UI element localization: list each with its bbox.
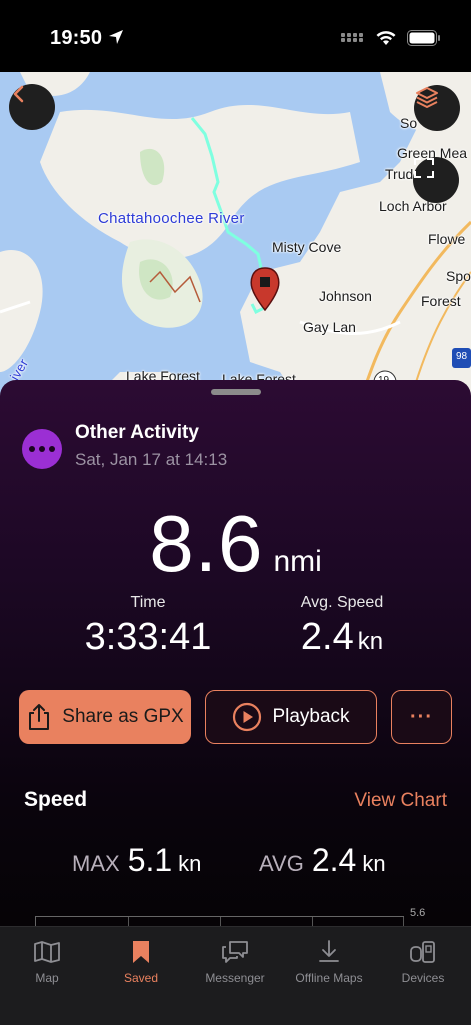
time-label: Time — [130, 594, 166, 611]
cellular-signal-icon — [341, 33, 363, 42]
back-button[interactable] — [9, 84, 55, 130]
avg-speed-metric: Avg. Speed 2.4 kn — [262, 594, 422, 659]
play-circle-icon — [233, 702, 262, 732]
avg-speed-summary-label: AVG — [259, 851, 304, 876]
battery-icon — [407, 30, 440, 46]
other-activity-icon — [22, 429, 62, 469]
tab-map[interactable]: Map — [0, 927, 94, 997]
chart-y-tick-label: 5.6 — [410, 907, 426, 919]
more-options-button[interactable]: ··· — [391, 690, 452, 744]
map-label-forest: Forest — [421, 293, 461, 309]
max-speed-label: MAX — [72, 851, 120, 876]
tab-messenger[interactable]: Messenger — [188, 927, 282, 997]
playback-label: Playback — [272, 706, 350, 727]
distance-value: 8.6 — [149, 499, 264, 588]
map-label-misty-cove: Misty Cove — [272, 239, 342, 255]
playback-button[interactable]: Playback — [205, 690, 377, 744]
status-time: 19:50 — [50, 27, 124, 50]
tab-bar: Map Saved Messenger Offline Maps Devices — [0, 926, 471, 1025]
share-gpx-label: Share as GPX — [62, 706, 184, 727]
more-icon: ··· — [410, 705, 433, 728]
download-icon — [319, 940, 339, 962]
sheet-drag-handle[interactable] — [211, 389, 261, 395]
max-speed-unit: kn — [178, 851, 202, 876]
share-gpx-button[interactable]: Share as GPX — [19, 690, 191, 744]
max-speed: MAX 5.1 kn — [72, 842, 201, 879]
view-chart-link[interactable]: View Chart — [354, 790, 447, 812]
chat-icon — [222, 941, 248, 963]
map-label-so: So — [400, 115, 418, 131]
bookmark-icon — [133, 941, 149, 963]
tab-offline-maps[interactable]: Offline Maps — [282, 927, 376, 997]
avg-speed-value-wrap: 2.4 kn — [262, 616, 422, 659]
speed-section-title: Speed — [24, 788, 88, 811]
layers-icon — [416, 87, 438, 108]
time-value: 3:33:41 — [84, 616, 212, 658]
avg-speed: AVG 2.4 kn — [259, 842, 386, 879]
activity-title: Other Activity — [75, 422, 199, 443]
activity-date: Sat, Jan 17 at 14:13 — [75, 450, 228, 469]
tab-messenger-label: Messenger — [205, 971, 265, 985]
interstate-shield-label: 98 — [456, 351, 468, 362]
tab-saved[interactable]: Saved — [94, 927, 188, 997]
map-label-trud: Trud — [385, 166, 414, 182]
activity-sheet: Other Activity Sat, Jan 17 at 14:13 8.6 n… — [0, 380, 471, 940]
avg-speed-summary-unit: kn — [362, 851, 386, 876]
status-bar: 19:50 — [0, 0, 471, 72]
tab-offline-maps-label: Offline Maps — [295, 971, 363, 985]
avg-speed-label: Avg. Speed — [300, 594, 384, 611]
fullscreen-button[interactable] — [413, 157, 459, 203]
map-layers-button[interactable] — [414, 85, 460, 131]
map-label-gay-lan: Gay Lan — [303, 319, 356, 335]
map-label-flowe: Flowe — [428, 231, 466, 247]
route-map[interactable]: Chattahoochee River Misty Cove Johnson G… — [0, 72, 471, 402]
share-icon — [29, 704, 50, 730]
avg-speed-value: 2.4 — [300, 616, 354, 658]
tab-map-label: Map — [35, 971, 59, 985]
map-label-spo: Spo — [446, 268, 471, 284]
chevron-left-icon — [13, 85, 24, 103]
time-metric: Time 3:33:41 — [68, 594, 228, 659]
map-label-river: Chattahoochee River — [98, 210, 245, 227]
tab-saved-label: Saved — [123, 971, 159, 985]
tab-devices[interactable]: Devices — [376, 927, 470, 997]
status-icons — [341, 30, 441, 46]
map-icon — [34, 941, 60, 963]
avg-speed-unit: kn — [357, 628, 384, 655]
distance-display: 8.6 nmi — [0, 498, 471, 590]
distance-unit: nmi — [273, 545, 322, 578]
wifi-icon — [376, 31, 396, 45]
expand-icon — [414, 158, 434, 178]
max-speed-value: 5.1 — [127, 842, 173, 878]
devices-icon — [410, 941, 435, 963]
tab-devices-label: Devices — [401, 971, 445, 985]
avg-speed-summary-value: 2.4 — [311, 842, 357, 878]
location-arrow-icon — [108, 30, 123, 44]
map-label-johnson: Johnson — [319, 288, 372, 304]
